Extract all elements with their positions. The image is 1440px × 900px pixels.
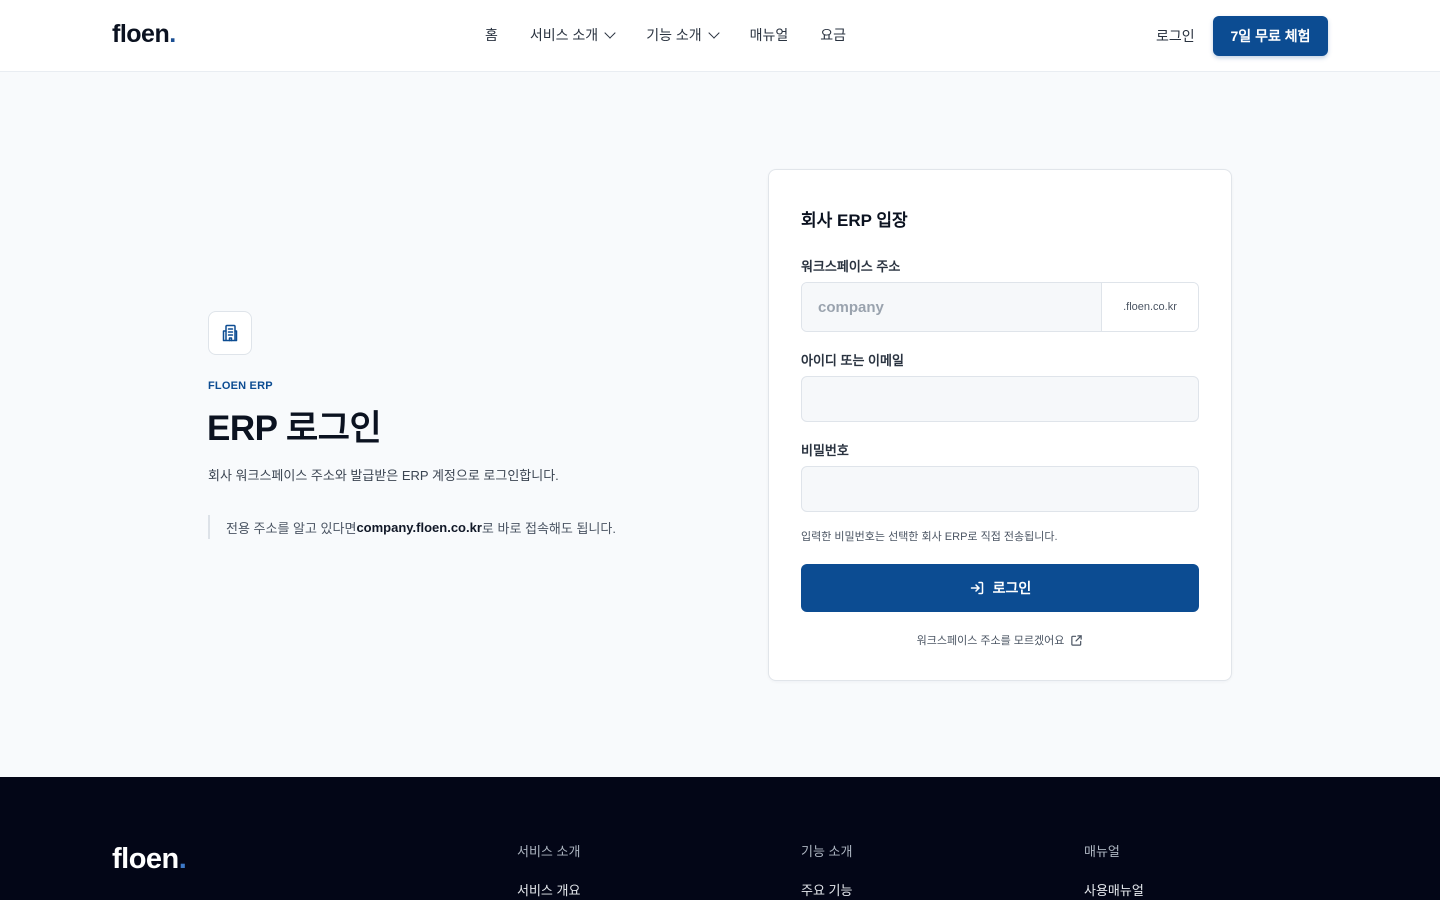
nav-item-features[interactable]: 기능 소개 (646, 25, 720, 45)
intro-description: 회사 워크스페이스 주소와 발급받은 ERP 계정으로 로그인합니다. (208, 468, 559, 483)
footer-logo-text: floen (112, 843, 179, 875)
footer-column-service: 서비스 소개 서비스 개요 (517, 841, 580, 899)
free-trial-button[interactable]: 7일 무료 체험 (1213, 16, 1328, 56)
nav-item-label: 요금 (820, 27, 847, 43)
workspace-input[interactable] (802, 283, 1102, 331)
eyebrow-label: FLOEN ERP (208, 380, 273, 392)
footer-column-features: 기능 소개 주요 기능 (801, 841, 852, 899)
footer-column-manual: 매뉴얼 사용매뉴얼 (1084, 841, 1144, 899)
site-header: floen. 홈 서비스 소개 기능 소개 매뉴얼 요금 로그인 7일 무료 체… (0, 0, 1440, 72)
direct-access-hint: 전용 주소를 알고 있다면 company.floen.co.kr 로 바로 접… (208, 515, 616, 539)
nav-item-service[interactable]: 서비스 소개 (529, 25, 616, 45)
footer-logo[interactable]: floen. (112, 843, 187, 876)
page-title: ERP 로그인 (207, 409, 382, 448)
nav-item-pricing[interactable]: 요금 (820, 25, 846, 45)
nav-item-label: 서비스 소개 (529, 27, 599, 43)
help-link-label: 워크스페이스 주소를 모르겠어요 (916, 635, 1065, 647)
password-input[interactable] (801, 466, 1199, 512)
footer-column-heading[interactable]: 기능 소개 (801, 841, 852, 860)
logo-text: floen (112, 20, 170, 48)
login-submit-label: 로그인 (992, 580, 1032, 596)
logo[interactable]: floen. (112, 20, 176, 49)
logo-dot: . (169, 20, 176, 48)
footer-column-heading[interactable]: 매뉴얼 (1084, 841, 1144, 860)
password-label: 비밀번호 (801, 443, 849, 458)
card-title: 회사 ERP 입장 (801, 211, 908, 230)
header-login-link[interactable]: 로그인 (1156, 26, 1195, 46)
nav-item-home[interactable]: 홈 (485, 25, 498, 45)
footer-logo-dot: . (178, 843, 187, 875)
workspace-label: 워크스페이스 주소 (801, 259, 901, 274)
intro-icon-box (208, 311, 252, 355)
footer-link[interactable]: 서비스 개요 (517, 880, 580, 899)
workspace-field-group: .floen.co.kr (801, 282, 1199, 332)
building-icon (222, 324, 238, 342)
footer-link[interactable]: 주요 기능 (801, 880, 852, 899)
nav-item-label: 홈 (485, 27, 498, 43)
login-arrow-icon (970, 581, 983, 595)
workspace-help-link[interactable]: 워크스페이스 주소를 모르겠어요 (769, 632, 1231, 648)
hint-suffix: 로 바로 접속해도 됩니다. (481, 520, 616, 536)
main-nav: 홈 서비스 소개 기능 소개 매뉴얼 요금 (485, 25, 846, 45)
login-submit-button[interactable]: 로그인 (801, 564, 1199, 612)
login-card: 회사 ERP 입장 워크스페이스 주소 .floen.co.kr 아이디 또는 … (768, 169, 1232, 681)
footer-link[interactable]: 사용매뉴얼 (1084, 880, 1144, 899)
hint-prefix: 전용 주소를 알고 있다면 (226, 520, 357, 536)
footer-column-heading[interactable]: 서비스 소개 (517, 841, 580, 860)
site-footer: floen. 서비스 소개 서비스 개요 기능 소개 주요 기능 매뉴얼 사용매… (0, 777, 1440, 900)
id-label: 아이디 또는 이메일 (801, 353, 904, 368)
hint-domain: company.floen.co.kr (356, 519, 482, 535)
nav-item-manual[interactable]: 매뉴얼 (750, 25, 789, 45)
chevron-down-icon (707, 27, 720, 39)
id-email-input[interactable] (801, 376, 1199, 422)
workspace-domain-suffix: .floen.co.kr (1102, 283, 1198, 331)
nav-item-label: 기능 소개 (646, 27, 702, 43)
password-note: 입력한 비밀번호는 선택한 회사 ERP로 직접 전송됩니다. (801, 531, 1058, 543)
chevron-down-icon (604, 27, 616, 39)
external-link-icon (1071, 634, 1083, 646)
nav-item-label: 매뉴얼 (749, 27, 789, 43)
